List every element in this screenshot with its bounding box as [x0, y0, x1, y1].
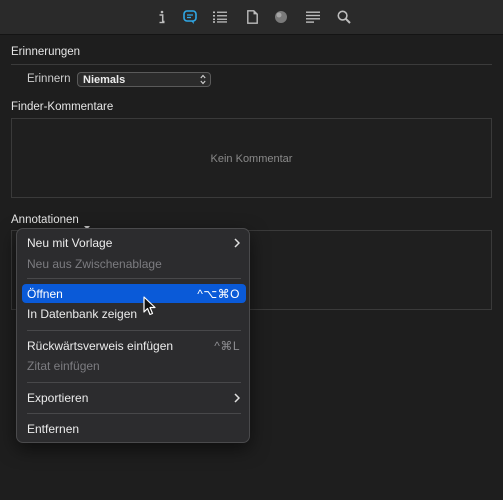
remind-select[interactable]: Niemals [77, 72, 211, 87]
menu-item-insert-citation: Zitat einfügen [22, 356, 246, 375]
inspector-toolbar [0, 0, 503, 35]
menu-item-label: Entfernen [27, 422, 80, 436]
remind-select-value: Niemals [83, 74, 126, 86]
remind-label: Erinnern [27, 73, 71, 85]
finder-comments-title: Finder-Kommentare [11, 101, 114, 113]
menu-item-label: Rückwärtsverweis einfügen [27, 339, 174, 353]
menu-item-shortcut: ^⌥⌘O [197, 287, 240, 301]
annotation-context-menu: Neu mit Vorlage Neu aus Zwischenablage Ö… [16, 228, 250, 443]
menu-separator [27, 413, 241, 414]
text-lines-icon[interactable] [305, 9, 321, 25]
menu-item-shortcut: ^⌘L [214, 339, 240, 353]
search-icon[interactable] [336, 9, 352, 25]
reminders-title: Erinnerungen [11, 46, 81, 58]
menu-item-label: Neu mit Vorlage [27, 236, 113, 250]
mouse-pointer-icon [143, 296, 157, 319]
sphere-icon[interactable] [273, 9, 289, 25]
list-icon[interactable] [212, 9, 228, 25]
menu-separator [27, 330, 241, 331]
chevron-right-icon [234, 392, 241, 406]
menu-item-export[interactable]: Exportieren [22, 388, 246, 407]
menu-item-new-from-clipboard: Neu aus Zwischenablage [22, 254, 246, 273]
annotations-title[interactable]: Annotationen [11, 214, 79, 226]
menu-item-label: Öffnen [27, 287, 63, 301]
menu-item-insert-backlink[interactable]: Rückwärtsverweis einfügen ^⌘L [22, 336, 246, 355]
menu-item-open[interactable]: Öffnen ^⌥⌘O [22, 284, 246, 303]
menu-item-label: In Datenbank zeigen [27, 307, 138, 321]
menu-item-remove[interactable]: Entfernen [22, 419, 246, 438]
menu-item-label: Neu aus Zwischenablage [27, 257, 162, 271]
menu-item-label: Exportieren [27, 391, 89, 405]
info-icon[interactable] [154, 9, 170, 25]
chevron-right-icon [234, 237, 241, 251]
menu-separator [27, 278, 241, 279]
annotation-bubble-icon[interactable] [182, 9, 198, 25]
document-icon[interactable] [244, 9, 260, 25]
menu-separator [27, 382, 241, 383]
finder-comment-field[interactable]: Kein Kommentar [11, 118, 492, 198]
menu-item-new-from-template[interactable]: Neu mit Vorlage [22, 233, 246, 252]
comment-placeholder: Kein Kommentar [210, 153, 293, 165]
updown-chevron-icon [200, 74, 206, 88]
menu-item-show-in-database[interactable]: In Datenbank zeigen [22, 304, 246, 323]
divider [11, 64, 492, 65]
menu-item-label: Zitat einfügen [27, 359, 100, 373]
